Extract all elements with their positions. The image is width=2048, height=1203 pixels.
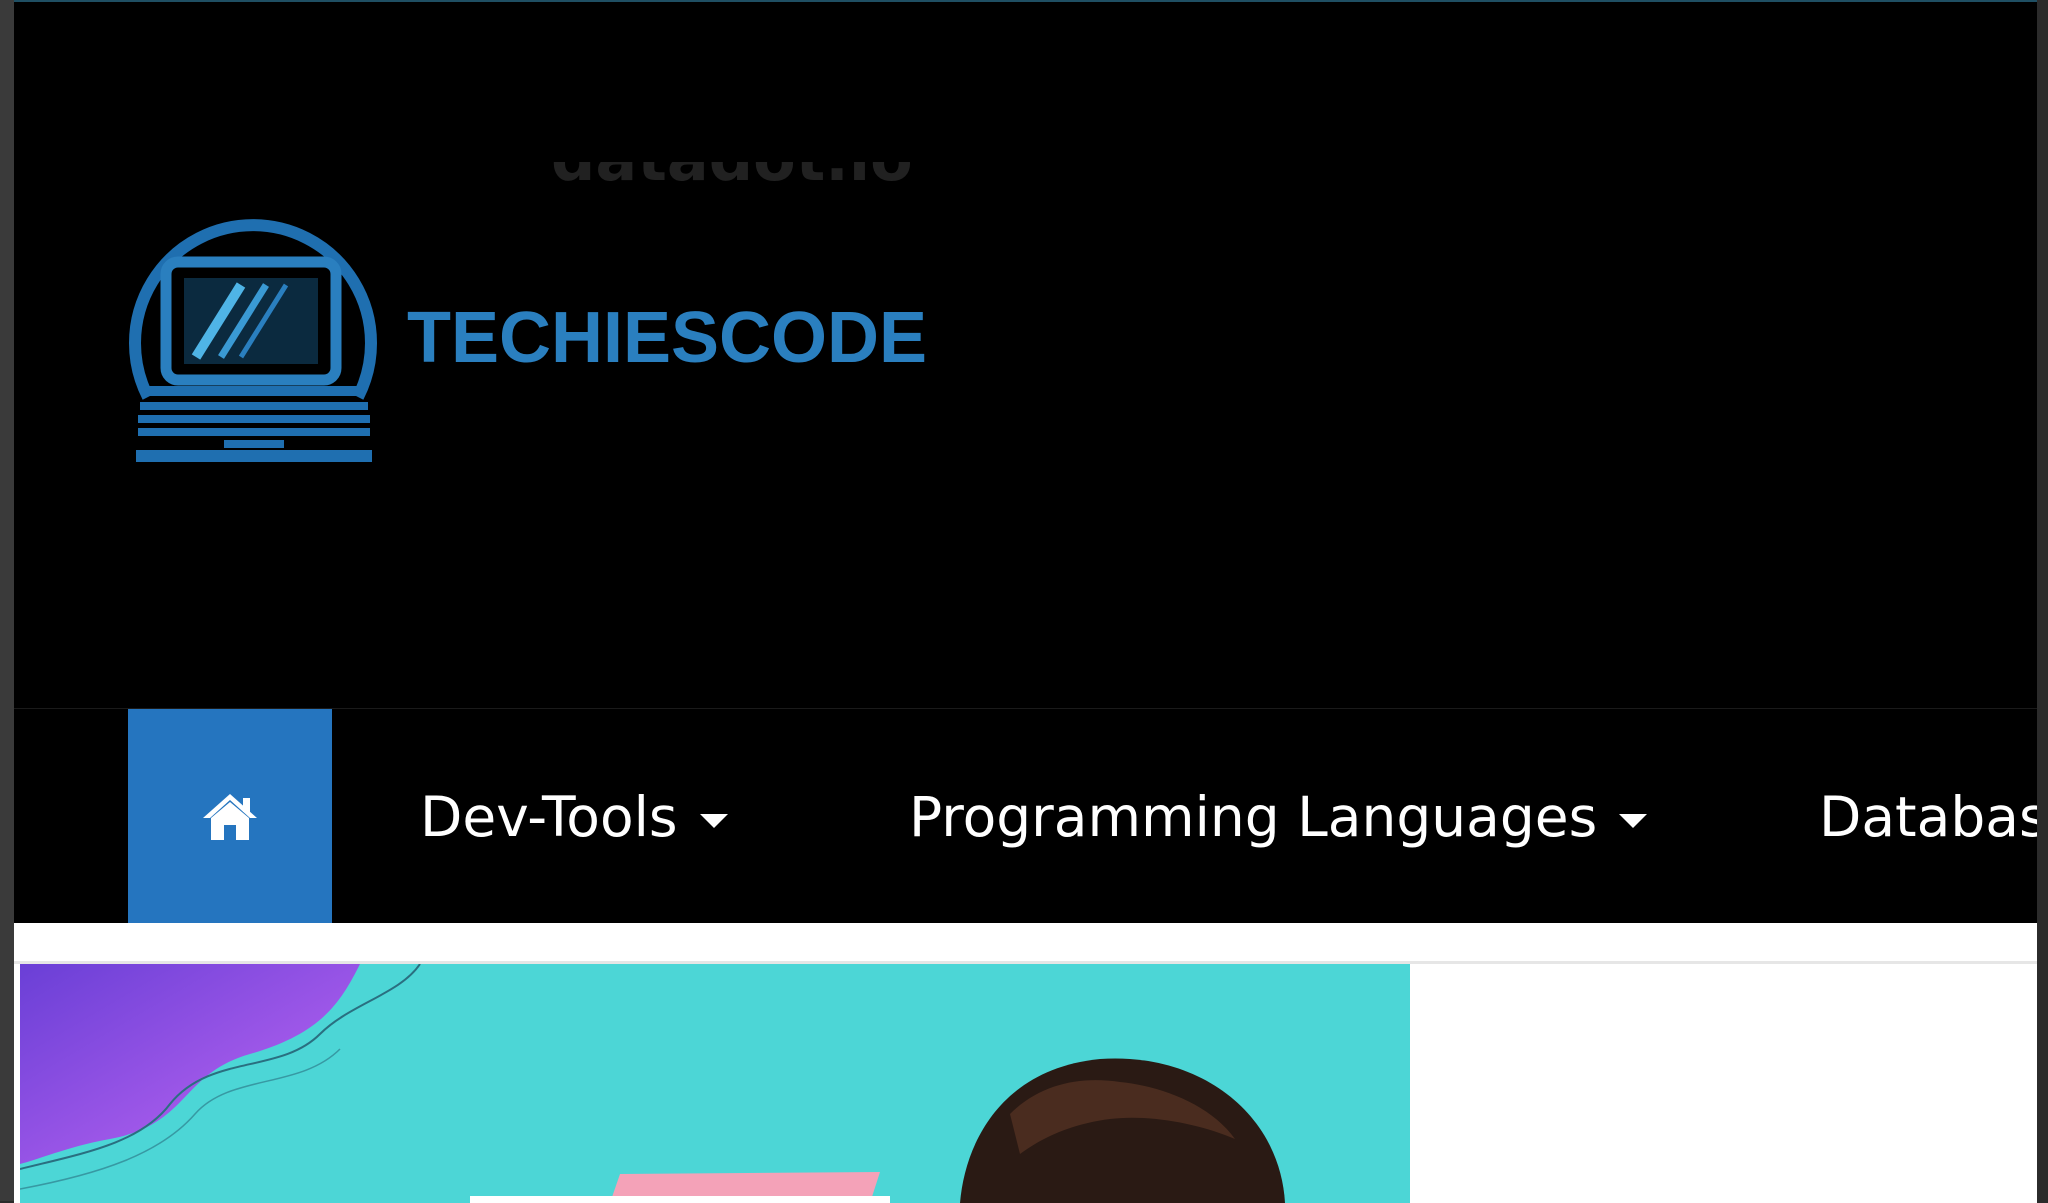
nav-item-label: Programming Languages: [909, 784, 1598, 849]
chevron-down-icon: [1619, 813, 1648, 828]
laptop-globe-icon: [129, 219, 377, 462]
nav-item-label: Dev-Tools: [420, 784, 678, 849]
nav-item-programming-languages[interactable]: Programming Languages: [909, 709, 1648, 924]
window-right-edge: [2037, 0, 2048, 1201]
hero-illustration: [20, 964, 1410, 1203]
content-divider: [14, 923, 2037, 964]
main-nav: Dev-Tools Programming Languages Databas: [14, 708, 2037, 924]
nav-item-label: Databas: [1819, 784, 2037, 849]
browser-viewport: datadot.io TECHIESCOD: [14, 0, 2037, 1203]
window-left-edge: [0, 0, 14, 1201]
site-logo[interactable]: [126, 192, 386, 472]
nav-item-databases[interactable]: Databas: [1819, 709, 2037, 924]
sidebar-area: [1410, 964, 2037, 1203]
brand-name[interactable]: TECHIESCODE: [407, 298, 927, 378]
ghost-text: datadot.io: [539, 162, 999, 202]
nav-item-dev-tools[interactable]: Dev-Tools: [420, 709, 728, 924]
site-header: datadot.io TECHIESCOD: [14, 2, 2037, 708]
home-button[interactable]: [128, 709, 332, 924]
chevron-down-icon: [699, 813, 728, 828]
featured-post-image[interactable]: [20, 964, 1410, 1203]
home-icon: [203, 793, 257, 840]
